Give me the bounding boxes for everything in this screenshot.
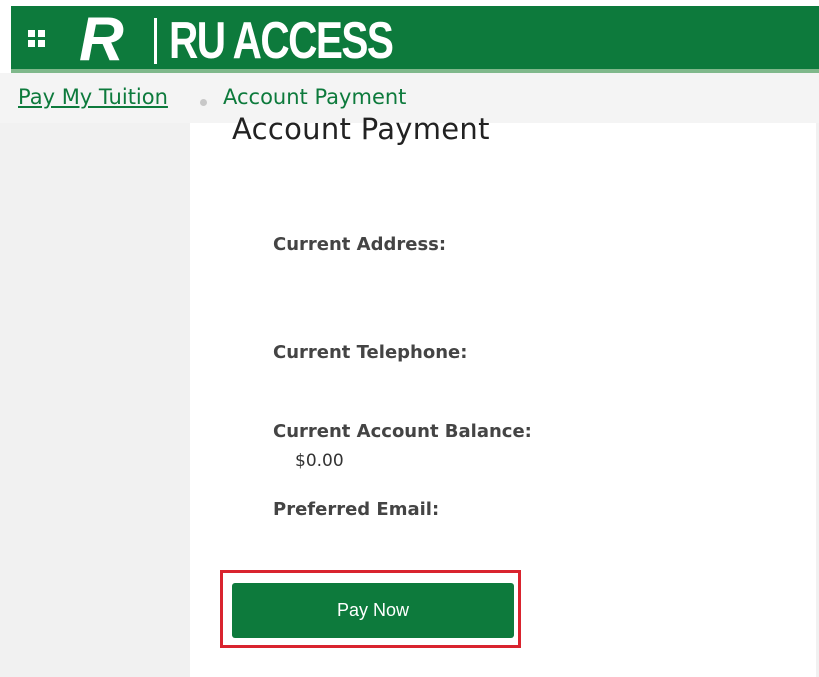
grid-apps-icon[interactable] <box>28 30 46 48</box>
logo-wordmark[interactable]: RU ACCESS <box>169 10 394 72</box>
left-sidebar-area <box>0 123 190 677</box>
page-title: Account Payment <box>232 112 490 146</box>
logo-r-mark[interactable]: R <box>79 8 124 72</box>
current-account-balance-value: $0.00 <box>295 451 344 471</box>
current-telephone-label: Current Telephone: <box>273 342 468 363</box>
breadcrumb-current-page: Account Payment <box>223 85 407 109</box>
breadcrumb-separator-dot <box>200 99 207 106</box>
page-frame: R RU ACCESS Pay My Tuition Account Payme… <box>0 0 819 677</box>
current-address-label: Current Address: <box>273 234 447 255</box>
current-account-balance-label: Current Account Balance: <box>273 421 532 442</box>
preferred-email-label: Preferred Email: <box>273 499 440 520</box>
breadcrumb-link-pay-my-tuition[interactable]: Pay My Tuition <box>18 85 168 109</box>
pay-now-button[interactable]: Pay Now <box>232 583 514 638</box>
logo-divider <box>154 18 157 64</box>
top-header-bar: R RU ACCESS <box>11 6 819 74</box>
